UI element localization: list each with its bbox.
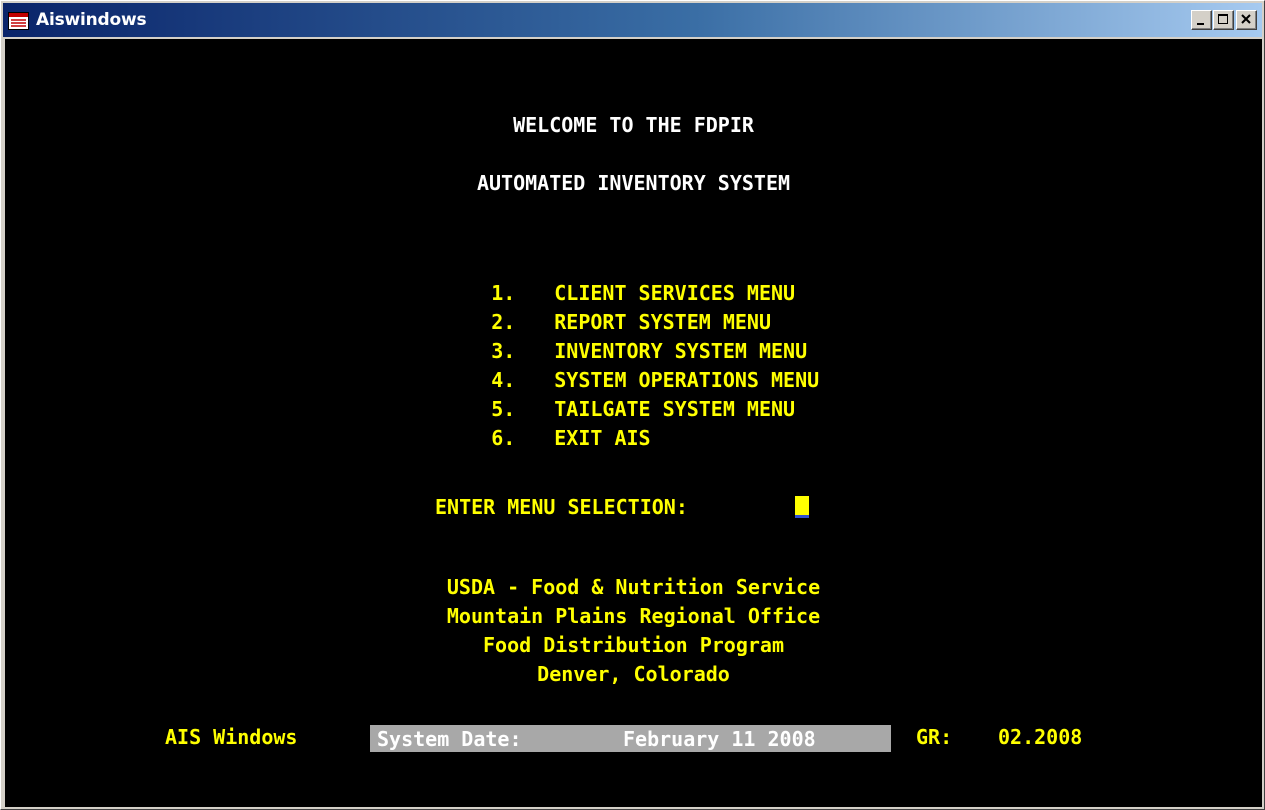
menu-item-number: 6. [491,426,516,450]
app-window-icon[interactable] [8,12,29,30]
welcome-heading: WELCOME TO THE FDPIR [513,113,754,137]
maximize-button[interactable] [1213,10,1234,30]
window-title: Aiswindows [36,10,147,30]
system-date-value: February 11 2008 [623,727,816,751]
menu-item-exit-ais[interactable]: 6. EXIT AIS [419,402,651,474]
footer-agency: USDA - Food & Nutrition Service [446,575,821,599]
menu-item-label: EXIT AIS [554,426,651,450]
footer-location: Denver, Colorado [537,662,730,686]
system-name-heading: AUTOMATED INVENTORY SYSTEM [476,171,791,195]
menu-selection-prompt: ENTER MENU SELECTION: [435,495,688,519]
system-date-label: System Date: [377,727,522,751]
minimize-button[interactable] [1191,10,1212,30]
gr-label: GR: [916,725,953,749]
footer-office: Mountain Plains Regional Office [446,604,821,628]
terminal-console[interactable]: WELCOME TO THE FDPIR AUTOMATED INVENTORY… [5,39,1262,807]
minimize-icon [1197,23,1204,25]
close-button[interactable] [1236,10,1257,30]
text-cursor [795,515,809,518]
gr-value: 02.2008 [998,725,1083,749]
status-app-label: AIS Windows [165,725,298,749]
title-bar[interactable]: Aiswindows [3,3,1262,37]
maximize-icon [1218,14,1228,24]
footer-program: Food Distribution Program [482,633,785,657]
app-window: Aiswindows WELCOME TO THE FDPIR AUTOMATE… [0,0,1265,810]
close-icon [1241,14,1251,24]
